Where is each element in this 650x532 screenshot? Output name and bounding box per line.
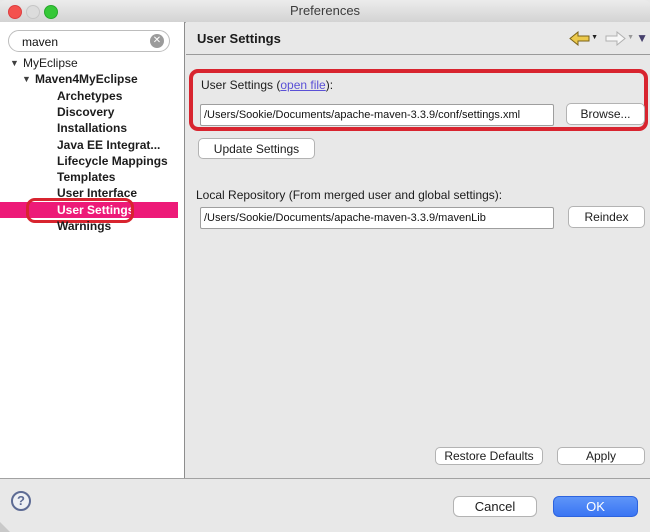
tree-item-discovery[interactable]: Discovery	[0, 104, 178, 120]
tree-item-label: Discovery	[57, 104, 114, 120]
local-repository-label: Local Repository (From merged user and g…	[196, 188, 502, 202]
resize-grip[interactable]	[0, 522, 10, 532]
ok-button[interactable]: OK	[553, 496, 638, 517]
title-bar: Preferences	[0, 0, 650, 23]
settings-file-path-input[interactable]	[200, 104, 554, 126]
filter-search-box[interactable]: ✕	[8, 30, 170, 52]
tree-item-java-ee-integrat[interactable]: Java EE Integrat...	[0, 137, 178, 153]
tree-item-lifecycle-mappings[interactable]: Lifecycle Mappings	[0, 153, 178, 169]
forward-arrow-icon[interactable]	[605, 31, 626, 46]
tree-item-label: Java EE Integrat...	[57, 137, 160, 153]
page-title: User Settings	[197, 31, 281, 46]
tree-item-label: User Settings	[57, 202, 134, 218]
help-icon[interactable]: ?	[11, 491, 31, 511]
update-settings-button[interactable]: Update Settings	[198, 138, 315, 159]
preferences-window: Preferences ✕ ▼MyEclipse▼Maven4MyEclipse…	[0, 0, 650, 532]
filter-search-input[interactable]	[20, 32, 152, 52]
tree-item-installations[interactable]: Installations	[0, 120, 178, 136]
user-settings-label: User Settings (open file):	[201, 78, 333, 92]
tree-item-user-interface[interactable]: User Interface	[0, 185, 178, 201]
apply-button[interactable]: Apply	[557, 447, 645, 465]
tree-item-label: Warnings	[57, 218, 111, 234]
tree-item-label: MyEclipse	[23, 55, 78, 71]
reindex-button[interactable]: Reindex	[568, 206, 645, 228]
browse-button[interactable]: Browse...	[566, 103, 645, 125]
tree-item-myeclipse[interactable]: ▼MyEclipse	[0, 55, 178, 71]
disclosure-triangle-icon[interactable]: ▼	[22, 71, 31, 87]
user-settings-label-suffix: ):	[326, 78, 333, 92]
tree-item-label: Archetypes	[57, 88, 122, 104]
tree-item-label: Maven4MyEclipse	[35, 71, 138, 87]
local-repository-path-input[interactable]	[200, 207, 554, 229]
restore-defaults-button[interactable]: Restore Defaults	[435, 447, 543, 465]
open-file-link[interactable]: open file	[280, 78, 325, 92]
footer-divider	[0, 478, 650, 479]
tree-item-label: User Interface	[57, 185, 137, 201]
back-dropdown-icon[interactable]: ▼	[591, 34, 598, 41]
user-settings-label-prefix: User Settings (	[201, 78, 280, 92]
forward-dropdown-icon[interactable]: ▼	[627, 34, 634, 41]
view-menu-icon[interactable]: ▼	[636, 31, 648, 45]
tree-item-label: Installations	[57, 120, 127, 136]
window-title: Preferences	[0, 0, 650, 22]
disclosure-triangle-icon[interactable]: ▼	[10, 55, 19, 71]
tree-item-maven4myeclipse[interactable]: ▼Maven4MyEclipse	[0, 71, 178, 87]
pane-header: User Settings ▼ ▼ ▼	[186, 22, 650, 55]
sidebar: ✕ ▼MyEclipse▼Maven4MyEclipseArchetypesDi…	[0, 22, 185, 478]
tree-item-label: Templates	[57, 169, 115, 185]
tree-item-templates[interactable]: Templates	[0, 169, 178, 185]
cancel-button[interactable]: Cancel	[453, 496, 537, 517]
tree-item-user-settings[interactable]: User Settings	[0, 202, 178, 218]
back-arrow-icon[interactable]	[569, 31, 590, 46]
tree-item-warnings[interactable]: Warnings	[0, 218, 178, 234]
preferences-tree: ▼MyEclipse▼Maven4MyEclipseArchetypesDisc…	[0, 55, 184, 475]
tree-item-archetypes[interactable]: Archetypes	[0, 88, 178, 104]
tree-item-label: Lifecycle Mappings	[57, 153, 168, 169]
clear-search-icon[interactable]: ✕	[150, 34, 164, 48]
